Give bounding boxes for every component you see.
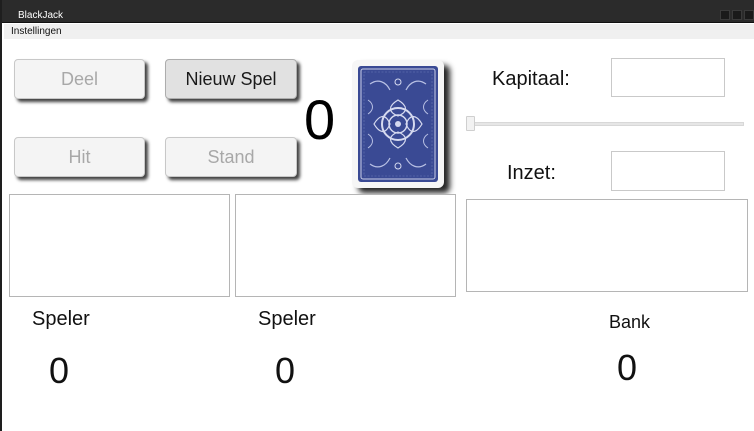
- player2-hand-panel: [235, 194, 456, 297]
- bank-hand-panel: [466, 199, 748, 292]
- window-title: BlackJack: [18, 10, 64, 21]
- bet-slider-track[interactable]: [468, 122, 744, 126]
- bet-slider-thumb[interactable]: [466, 116, 475, 131]
- capital-field[interactable]: [611, 58, 725, 97]
- hit-button[interactable]: Hit: [14, 137, 145, 177]
- maximize-button[interactable]: [732, 10, 742, 20]
- new-game-button[interactable]: Nieuw Spel: [165, 59, 297, 99]
- player1-score: 0: [49, 350, 70, 391]
- deal-button[interactable]: Deel: [14, 59, 145, 99]
- minimize-button[interactable]: [720, 10, 730, 20]
- menu-bar: Instellingen: [4, 24, 754, 39]
- menu-instellingen[interactable]: Instellingen: [11, 25, 62, 38]
- capital-label: Kapitaal:: [492, 68, 570, 90]
- stand-button[interactable]: Stand: [165, 137, 297, 177]
- bank-label: Bank: [609, 312, 651, 332]
- player2-label: Speler: [258, 308, 316, 330]
- deck-count: 0: [304, 88, 336, 151]
- bank-score: 0: [617, 347, 638, 388]
- bet-field[interactable]: [611, 151, 725, 191]
- blackjack-window: BlackJack Instellingen Deel Nieuw Spel H…: [0, 0, 754, 431]
- card-back-pattern-icon: [358, 66, 438, 182]
- title-bar: BlackJack: [2, 0, 754, 23]
- close-button[interactable]: [744, 10, 754, 20]
- deck-card-back[interactable]: [352, 60, 444, 188]
- player2-score: 0: [275, 350, 296, 391]
- player1-label: Speler: [32, 308, 90, 330]
- player1-hand-panel: [9, 194, 230, 297]
- bet-label: Inzet:: [507, 162, 556, 184]
